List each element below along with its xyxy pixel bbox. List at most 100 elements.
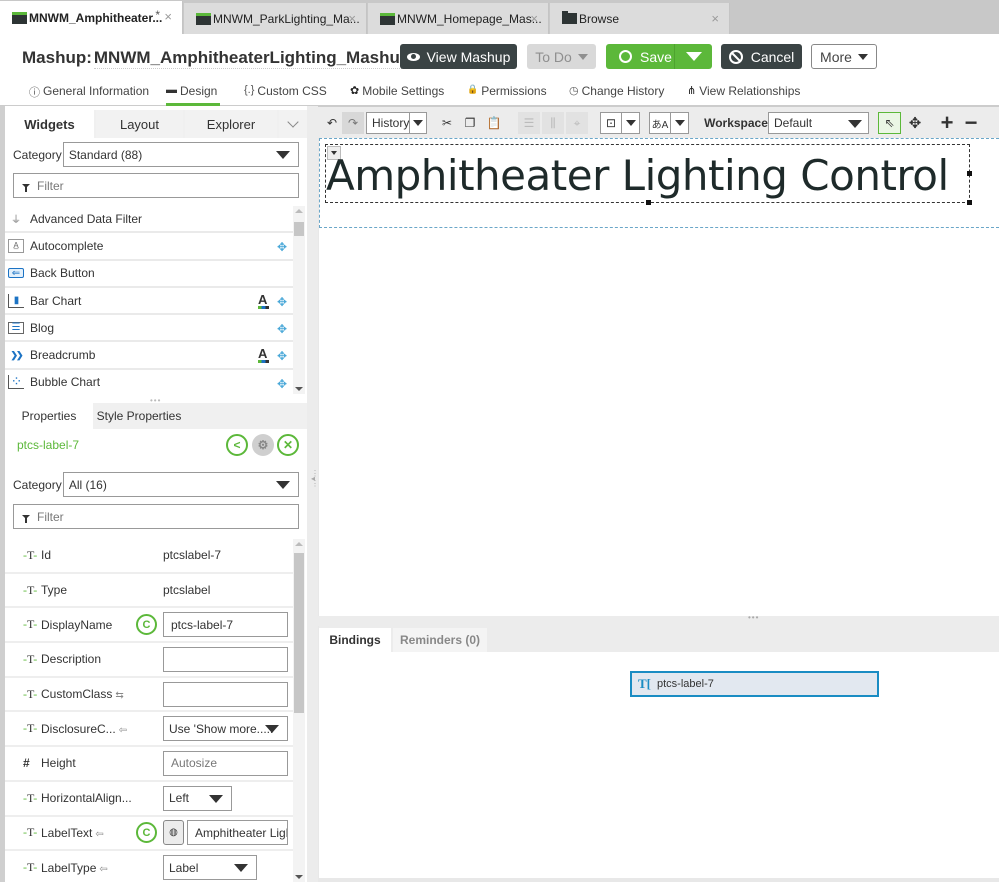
- binding-widget-node[interactable]: T[ ptcs-label-7: [630, 671, 879, 697]
- save-button[interactable]: Save: [606, 44, 712, 69]
- tab-style-properties[interactable]: Style Properties: [93, 403, 185, 429]
- tab-reminders[interactable]: Reminders (0): [393, 628, 487, 652]
- property-category-select[interactable]: All (16): [62, 472, 299, 497]
- bind-widget-button[interactable]: <: [226, 434, 248, 456]
- undo-button[interactable]: ↶: [323, 112, 341, 134]
- tab-widgets[interactable]: Widgets: [5, 110, 94, 138]
- paste-button[interactable]: 📋: [485, 112, 503, 134]
- widget-item-bar-chart[interactable]: ▮ Bar Chart A ✥: [5, 288, 293, 316]
- delete-widget-button[interactable]: ✕: [277, 434, 299, 456]
- widget-item-bubble-chart[interactable]: ⁘ Bubble Chart ✥: [5, 370, 293, 394]
- resize-handle-dots[interactable]: •••: [748, 613, 759, 622]
- widget-item-advanced-data-filter[interactable]: ⏚ Advanced Data Filter: [5, 206, 293, 234]
- mashup-canvas[interactable]: Amphitheater Lighting Control: [319, 138, 999, 616]
- tab-browse[interactable]: Browse ×: [550, 3, 730, 34]
- drag-responsive-icon: ✥: [276, 376, 287, 391]
- subnav-mobile-settings[interactable]: ✿ Mobile Settings: [350, 84, 444, 106]
- widget-category-row: Category Standard (88): [13, 142, 299, 167]
- widgets-panel: Widgets Layout Explorer Category Standar…: [5, 106, 307, 882]
- widget-category-select[interactable]: Standard (88): [62, 142, 299, 167]
- property-row-customclass: T CustomClass⇆: [5, 678, 293, 713]
- zoom-out-button[interactable]: −: [961, 110, 981, 135]
- view-mashup-button[interactable]: View Mashup: [400, 44, 517, 69]
- subnav-change-history[interactable]: ◷ Change History: [569, 84, 664, 106]
- scrollbar-thumb[interactable]: [294, 553, 304, 713]
- reset-default-icon[interactable]: C: [136, 614, 157, 636]
- widgets-panel-tabs: Widgets Layout Explorer: [5, 110, 307, 138]
- resize-handle-corner[interactable]: [967, 200, 972, 205]
- resize-handle-bottom[interactable]: [646, 200, 651, 205]
- panel-splitter[interactable]: ⋮ ◂ ⋮: [307, 106, 319, 882]
- scrollbar-thumb[interactable]: [294, 222, 304, 236]
- close-icon[interactable]: ×: [348, 11, 356, 26]
- subnav-general-information[interactable]: ⓘ General Information: [29, 84, 149, 106]
- workspace-select[interactable]: Default: [768, 112, 869, 134]
- cut-button[interactable]: ✂: [438, 112, 456, 134]
- widget-item-blog[interactable]: ☰ Blog ✥: [5, 315, 293, 343]
- widget-list-scrollbar[interactable]: [293, 206, 305, 394]
- close-icon[interactable]: ×: [711, 11, 719, 26]
- localization-select[interactable]: あA: [649, 112, 689, 134]
- save-options-dropdown[interactable]: [674, 44, 712, 69]
- displayname-input[interactable]: ptcs-label-7: [163, 612, 288, 638]
- align-vertical-button[interactable]: ⫼: [542, 112, 564, 134]
- disclosure-select[interactable]: Use 'Show more.....: [163, 716, 288, 742]
- label-widget[interactable]: Amphitheater Lighting Control: [325, 144, 972, 205]
- subnav-label: General Information: [43, 84, 150, 98]
- customclass-input[interactable]: [163, 681, 288, 707]
- collapse-panel-handle[interactable]: ⋮ ◂ ⋮: [311, 470, 319, 488]
- subnav-design[interactable]: ▬ Design: [166, 84, 221, 106]
- more-button[interactable]: More: [811, 44, 877, 69]
- history-select[interactable]: History: [366, 112, 427, 134]
- undo-icon: ↶: [326, 116, 338, 130]
- zoom-in-button[interactable]: +: [937, 110, 957, 135]
- copy-button[interactable]: ❐: [461, 112, 479, 134]
- binding-target-icon: ⇦: [118, 724, 128, 736]
- align-horizontal-button[interactable]: ☰: [518, 112, 540, 134]
- widget-item-breadcrumb[interactable]: ❯❯ Breadcrumb A ✥: [5, 342, 293, 370]
- entity-name[interactable]: MNWM_AmphitheaterLighting_Mashup: [93, 48, 411, 69]
- tab-parklighting-mashup[interactable]: MNWM_ParkLighting_Ma... ×: [184, 3, 367, 34]
- back-button-icon: ⇐: [8, 268, 24, 279]
- property-filter-input[interactable]: Filter: [13, 504, 299, 529]
- panel-menu-button[interactable]: [279, 110, 307, 138]
- mashup-container[interactable]: Amphitheater Lighting Control: [319, 138, 999, 228]
- tab-amphitheater-mashup[interactable]: MNWM_Amphitheater... * ×: [0, 1, 183, 34]
- layout-options-select[interactable]: ⊡: [600, 112, 640, 134]
- bottom-panel-splitter[interactable]: •••: [318, 613, 999, 626]
- subnav-view-relationships[interactable]: ⋔ View Relationships: [687, 84, 800, 106]
- height-input[interactable]: Autosize: [163, 750, 288, 776]
- resize-handle-right[interactable]: [967, 171, 972, 176]
- close-icon[interactable]: ×: [164, 9, 172, 24]
- labeltype-select[interactable]: Label: [163, 855, 257, 881]
- redo-button[interactable]: ↷: [342, 112, 364, 134]
- labeltext-input[interactable]: Amphitheater Ligh: [187, 820, 288, 846]
- bar-chart-icon: ▮: [8, 293, 24, 308]
- property-list-scrollbar[interactable]: [293, 539, 305, 882]
- widget-item-back-button[interactable]: ⇐ Back Button: [5, 261, 293, 288]
- subnav-custom-css[interactable]: {.} Custom CSS: [244, 84, 327, 106]
- configure-widget-button[interactable]: ⚙: [252, 434, 274, 456]
- description-input[interactable]: [163, 646, 288, 672]
- clock-icon: ◷: [569, 85, 579, 97]
- center-widget-button[interactable]: ⌖: [566, 112, 588, 134]
- reset-default-icon[interactable]: C: [136, 822, 157, 844]
- tab-bindings[interactable]: Bindings: [319, 628, 391, 652]
- horizontal-alignment-select[interactable]: Left: [163, 785, 232, 811]
- tab-explorer[interactable]: Explorer: [185, 110, 277, 138]
- tab-layout[interactable]: Layout: [96, 110, 183, 138]
- select-tool-button[interactable]: ⇖: [878, 112, 901, 134]
- lock-icon: 🔒: [467, 84, 479, 94]
- todo-button[interactable]: To Do: [527, 44, 596, 69]
- tab-properties[interactable]: Properties: [5, 403, 93, 429]
- bindings-panel-tabs: Bindings Reminders (0): [319, 626, 999, 652]
- subnav-permissions[interactable]: 🔒 Permissions: [467, 84, 547, 106]
- localization-globe-button[interactable]: ◍: [163, 820, 184, 846]
- close-icon[interactable]: ×: [530, 11, 538, 26]
- widget-filter-input[interactable]: Filter: [13, 173, 299, 198]
- pan-tool-button[interactable]: ✥: [905, 112, 925, 134]
- tab-homepage-mashup[interactable]: MNWM_Homepage_Mas... ×: [368, 3, 549, 34]
- widget-item-autocomplete[interactable]: A̲ Autocomplete ✥: [5, 233, 293, 261]
- cancel-button[interactable]: Cancel: [721, 44, 802, 69]
- binding-node-label: ptcs-label-7: [657, 678, 714, 690]
